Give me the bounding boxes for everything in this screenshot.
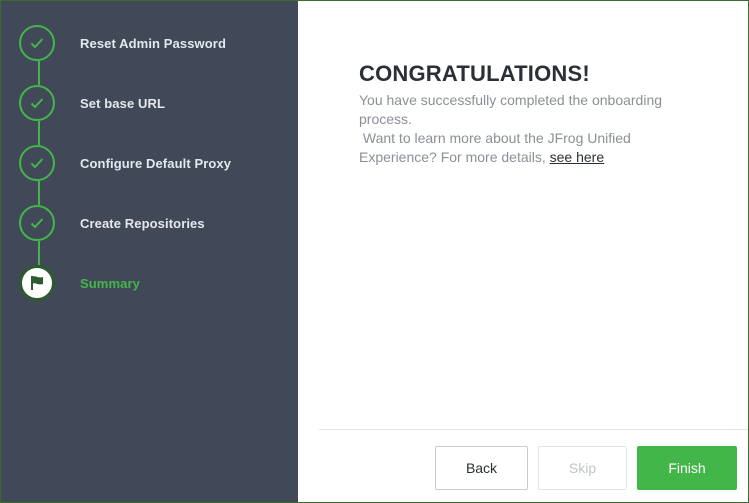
step-summary[interactable]: Summary (19, 263, 289, 303)
footer-divider (319, 429, 748, 430)
step-connector (38, 61, 40, 85)
summary-content: CONGRATULATIONS! You have successfully c… (359, 61, 699, 167)
check-icon (19, 25, 55, 61)
back-button[interactable]: Back (435, 446, 528, 490)
success-message: You have successfully completed the onbo… (359, 91, 699, 167)
step-connector (38, 241, 40, 265)
step-create-repositories[interactable]: Create Repositories (19, 203, 289, 243)
finish-button[interactable]: Finish (637, 446, 737, 490)
wizard-sidebar: Reset Admin Password Set base URL Config… (1, 1, 298, 502)
step-configure-default-proxy[interactable]: Configure Default Proxy (19, 143, 289, 183)
step-set-base-url[interactable]: Set base URL (19, 83, 289, 123)
step-label: Set base URL (80, 95, 166, 111)
step-reset-admin-password[interactable]: Reset Admin Password (19, 23, 289, 63)
page-title: CONGRATULATIONS! (359, 61, 590, 86)
see-here-link[interactable]: see here (550, 149, 604, 165)
step-label: Configure Default Proxy (80, 155, 232, 171)
onboarding-window: Reset Admin Password Set base URL Config… (0, 0, 749, 503)
skip-button[interactable]: Skip (538, 446, 627, 490)
check-icon (19, 205, 55, 241)
step-label: Create Repositories (80, 215, 205, 231)
step-connector (38, 181, 40, 205)
step-label: Reset Admin Password (80, 35, 227, 51)
check-icon (19, 85, 55, 121)
check-icon (19, 145, 55, 181)
step-label: Summary (80, 275, 140, 291)
completion-text: You have successfully completed the onbo… (359, 92, 663, 127)
step-connector (38, 121, 40, 145)
flag-icon (19, 265, 55, 301)
